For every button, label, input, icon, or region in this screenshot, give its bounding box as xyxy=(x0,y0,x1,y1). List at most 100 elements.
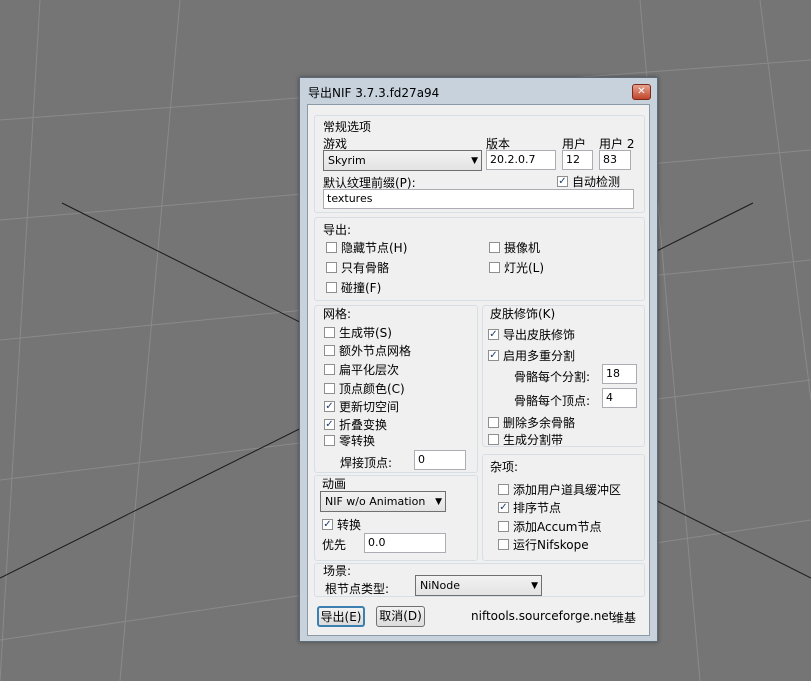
collapse-checkbox[interactable]: ✓ 折叠变换 xyxy=(324,416,387,433)
checkbox-box xyxy=(324,345,335,356)
checkbox-box xyxy=(498,484,509,495)
enable-multi-partition-checkbox[interactable]: ✓ 启用多重分割 xyxy=(488,347,575,364)
misc-legend: 杂项: xyxy=(490,460,519,474)
sort-nodes-label: 排序节点 xyxy=(513,501,562,515)
collision-checkbox[interactable]: 碰撞(F) xyxy=(326,279,381,296)
bones-per-partition-field[interactable]: 18 xyxy=(602,364,637,384)
enable-multi-partition-label: 启用多重分割 xyxy=(503,349,576,363)
checkbox-box xyxy=(488,434,499,445)
checkbox-box xyxy=(489,242,500,253)
animation-mode-select[interactable]: NIF w/o Animation ▼ xyxy=(320,491,446,512)
skin-modifier-legend: 皮肤修饰(K) xyxy=(490,307,556,321)
extra-nodes-label: 额外节点网格 xyxy=(339,344,412,358)
run-nifskope-checkbox[interactable]: 运行Nifskope xyxy=(498,536,589,553)
root-node-type-value: NiNode xyxy=(420,579,460,592)
extra-nodes-checkbox[interactable]: 额外节点网格 xyxy=(324,342,411,359)
add-accum-nodes-checkbox[interactable]: 添加Accum节点 xyxy=(498,518,602,535)
camera-label: 摄像机 xyxy=(504,241,541,255)
chevron-down-icon: ▼ xyxy=(435,497,442,507)
checkbox-box xyxy=(326,282,337,293)
gen-strips-label: 生成带(S) xyxy=(339,326,392,340)
priority-label: 优先 xyxy=(322,538,347,552)
gen-partition-strips-label: 生成分割带 xyxy=(503,433,564,447)
export-nif-dialog: 导出NIF 3.7.3.fd27a94 ✕ 常规选项 游戏 Skyrim ▼ 版… xyxy=(299,77,658,642)
user-field[interactable]: 12 xyxy=(562,150,593,170)
checkbox-box: ✓ xyxy=(324,419,335,430)
export-skin-checkbox[interactable]: ✓ 导出皮肤修饰 xyxy=(488,326,575,343)
user-prop-buffer-label: 添加用户道具缓冲区 xyxy=(513,483,622,497)
scene-legend: 场景: xyxy=(323,564,352,578)
animation-mode-value: NIF w/o Animation xyxy=(325,495,426,508)
root-node-type-select[interactable]: NiNode ▼ xyxy=(415,575,542,596)
gen-partition-strips-checkbox[interactable]: 生成分割带 xyxy=(488,431,563,448)
bones-per-vertex-label: 骨骼每个顶点: xyxy=(514,394,591,408)
bones-only-checkbox[interactable]: 只有骨骼 xyxy=(326,259,389,276)
remove-extra-bones-label: 删除多余骨骼 xyxy=(503,416,576,430)
transform-checkbox[interactable]: ✓ 转换 xyxy=(322,516,361,533)
checkbox-box xyxy=(324,364,335,375)
bones-per-vertex-field[interactable]: 4 xyxy=(602,388,637,408)
general-options-legend: 常规选项 xyxy=(323,120,372,134)
game-select[interactable]: Skyrim ▼ xyxy=(323,150,482,171)
checkbox-box xyxy=(326,242,337,253)
chevron-down-icon: ▼ xyxy=(471,156,478,166)
hidden-nodes-checkbox[interactable]: 隐藏节点(H) xyxy=(326,239,407,256)
checkbox-box xyxy=(324,435,335,446)
export-legend: 导出: xyxy=(323,223,352,237)
animation-legend: 动画 xyxy=(322,477,347,491)
wiki-link[interactable]: 维基 xyxy=(612,609,636,626)
flatten-checkbox[interactable]: 扁平化层次 xyxy=(324,361,399,378)
texture-prefix-field[interactable]: textures xyxy=(323,189,634,209)
checkbox-box xyxy=(488,417,499,428)
checkbox-box: ✓ xyxy=(488,329,499,340)
collapse-label: 折叠变换 xyxy=(339,418,388,432)
cancel-button[interactable]: 取消(D) xyxy=(376,606,425,627)
update-tangents-checkbox[interactable]: ✓ 更新切空间 xyxy=(324,398,399,415)
vertex-colors-label: 顶点颜色(C) xyxy=(339,382,405,396)
lights-label: 灯光(L) xyxy=(504,261,545,275)
vertex-colors-checkbox[interactable]: 顶点颜色(C) xyxy=(324,380,405,397)
gen-strips-checkbox[interactable]: 生成带(S) xyxy=(324,324,392,341)
bones-only-label: 只有骨骼 xyxy=(341,261,390,275)
game-select-value: Skyrim xyxy=(328,154,366,167)
hidden-nodes-label: 隐藏节点(H) xyxy=(341,241,408,255)
collision-label: 碰撞(F) xyxy=(341,281,382,295)
run-nifskope-label: 运行Nifskope xyxy=(513,538,589,552)
priority-field[interactable]: 0.0 xyxy=(364,533,446,553)
zero-transforms-label: 零转换 xyxy=(339,434,376,448)
dialog-title: 导出NIF 3.7.3.fd27a94 xyxy=(308,86,440,100)
update-tangents-label: 更新切空间 xyxy=(339,400,400,414)
export-button[interactable]: 导出(E) xyxy=(317,606,365,627)
user2-field[interactable]: 83 xyxy=(599,150,631,170)
zero-transforms-checkbox[interactable]: 零转换 xyxy=(324,432,375,449)
root-node-type-label: 根节点类型: xyxy=(325,582,390,596)
autodetect-checkbox[interactable]: ✓ 自动检测 xyxy=(557,173,620,190)
transform-label: 转换 xyxy=(337,518,362,532)
close-button[interactable]: ✕ xyxy=(632,84,651,100)
bones-per-partition-label: 骨骼每个分割: xyxy=(514,370,591,384)
flatten-label: 扁平化层次 xyxy=(339,363,400,377)
autodetect-label: 自动检测 xyxy=(572,175,621,189)
checkbox-box: ✓ xyxy=(324,401,335,412)
camera-checkbox[interactable]: 摄像机 xyxy=(489,239,540,256)
export-skin-label: 导出皮肤修饰 xyxy=(503,328,576,342)
weld-vertices-label: 焊接顶点: xyxy=(340,456,393,470)
user-prop-buffer-checkbox[interactable]: 添加用户道具缓冲区 xyxy=(498,481,621,498)
checkbox-box xyxy=(326,262,337,273)
checkbox-box: ✓ xyxy=(557,176,568,187)
remove-extra-bones-checkbox[interactable]: 删除多余骨骼 xyxy=(488,414,575,431)
version-field[interactable]: 20.2.0.7 xyxy=(486,150,556,170)
add-accum-nodes-label: 添加Accum节点 xyxy=(513,520,602,534)
sort-nodes-checkbox[interactable]: ✓ 排序节点 xyxy=(498,499,561,516)
checkbox-box xyxy=(498,521,509,532)
checkbox-box: ✓ xyxy=(322,519,333,530)
lights-checkbox[interactable]: 灯光(L) xyxy=(489,259,544,276)
checkbox-box xyxy=(498,539,509,550)
title-bar[interactable]: 导出NIF 3.7.3.fd27a94 ✕ xyxy=(300,78,657,104)
weld-vertices-field[interactable]: 0 xyxy=(414,450,466,470)
dialog-client: 常规选项 游戏 Skyrim ▼ 版本 20.2.0.7 用户 12 用户 2 … xyxy=(307,104,650,636)
checkbox-box: ✓ xyxy=(488,350,499,361)
niftools-link[interactable]: niftools.sourceforge.net xyxy=(471,609,613,623)
checkbox-box xyxy=(324,383,335,394)
mesh-legend: 网格: xyxy=(323,307,352,321)
